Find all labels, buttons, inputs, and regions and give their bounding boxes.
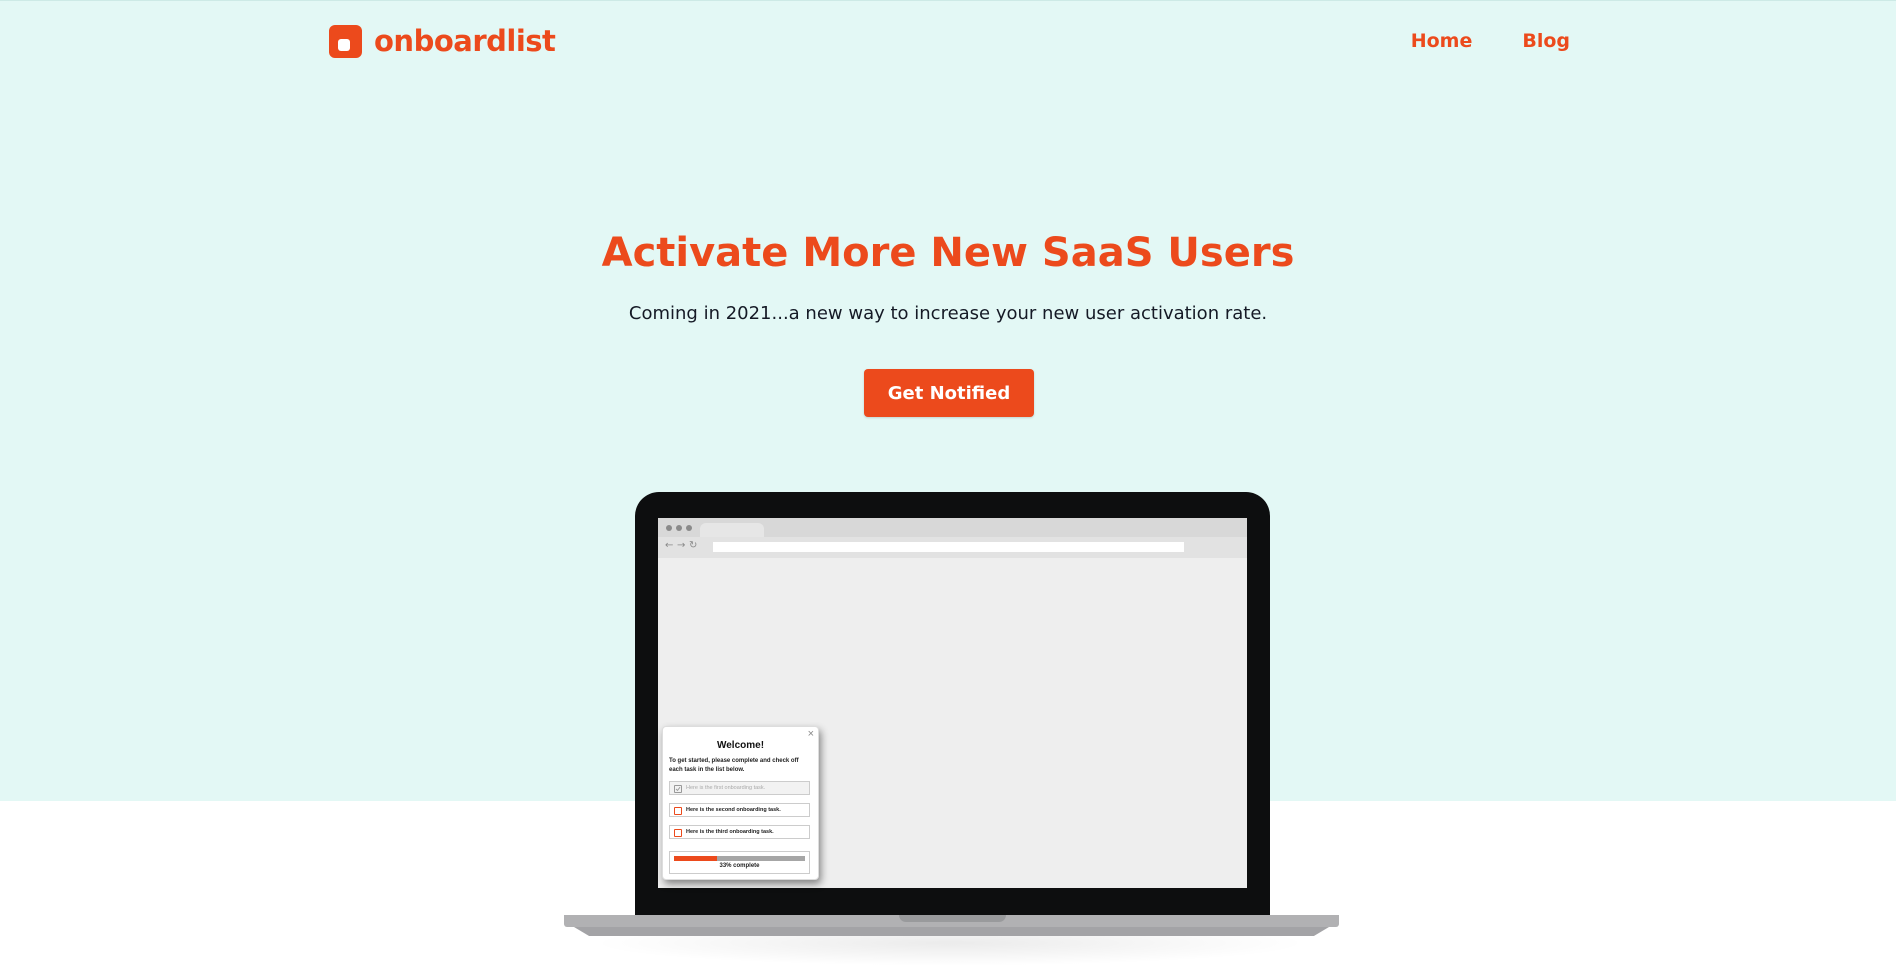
task-item[interactable]: Here is the second onboarding task. xyxy=(669,803,810,817)
brand-name: onboardlist xyxy=(374,24,556,58)
task-item[interactable]: Here is the first onboarding task. xyxy=(669,781,810,795)
url-field xyxy=(713,542,1184,552)
hero-headline: Activate More New SaaS Users xyxy=(601,230,1295,276)
task-item[interactable]: Here is the third onboarding task. xyxy=(669,825,810,839)
forward-arrow-icon: → xyxy=(677,540,686,551)
checkbox-icon[interactable] xyxy=(674,807,682,815)
browser-tab-bar xyxy=(658,518,1247,537)
reload-icon: ↻ xyxy=(689,540,698,551)
close-icon[interactable]: × xyxy=(808,728,814,740)
progress-section: 33% complete xyxy=(669,851,810,874)
window-dot-icon xyxy=(686,525,692,531)
progress-bar xyxy=(674,856,805,861)
popup-title: Welcome! xyxy=(716,740,765,751)
laptop-base-bottom xyxy=(574,927,1329,936)
back-arrow-icon: ← xyxy=(665,540,674,551)
hero-subhead: Coming in 2021...a new way to increase y… xyxy=(628,303,1268,324)
brand-logo-link[interactable]: onboardlist xyxy=(329,24,556,58)
task-label: Here is the second onboarding task. xyxy=(686,807,781,813)
popup-description: To get started, please complete and chec… xyxy=(669,758,799,773)
checkbox-checked-icon[interactable] xyxy=(674,785,682,793)
progress-bar-fill xyxy=(674,856,718,861)
window-dot-icon xyxy=(676,525,682,531)
onboardlist-logo-icon xyxy=(329,24,362,58)
get-notified-button[interactable]: Get Notified xyxy=(864,369,1034,417)
nav-blog-link[interactable]: Blog xyxy=(1522,30,1570,52)
nav-home-link[interactable]: Home xyxy=(1411,30,1473,52)
checkbox-icon[interactable] xyxy=(674,829,682,837)
window-dot-icon xyxy=(666,525,672,531)
progress-label: 33% complete xyxy=(719,863,760,869)
onboarding-checklist-popup: × Welcome! To get started, please comple… xyxy=(662,726,819,880)
task-label: Here is the third onboarding task. xyxy=(686,829,774,835)
browser-tab xyxy=(700,523,764,537)
top-nav: Home Blog xyxy=(1411,30,1570,52)
laptop-notch xyxy=(899,915,1006,922)
task-label: Here is the first onboarding task. xyxy=(686,785,766,791)
